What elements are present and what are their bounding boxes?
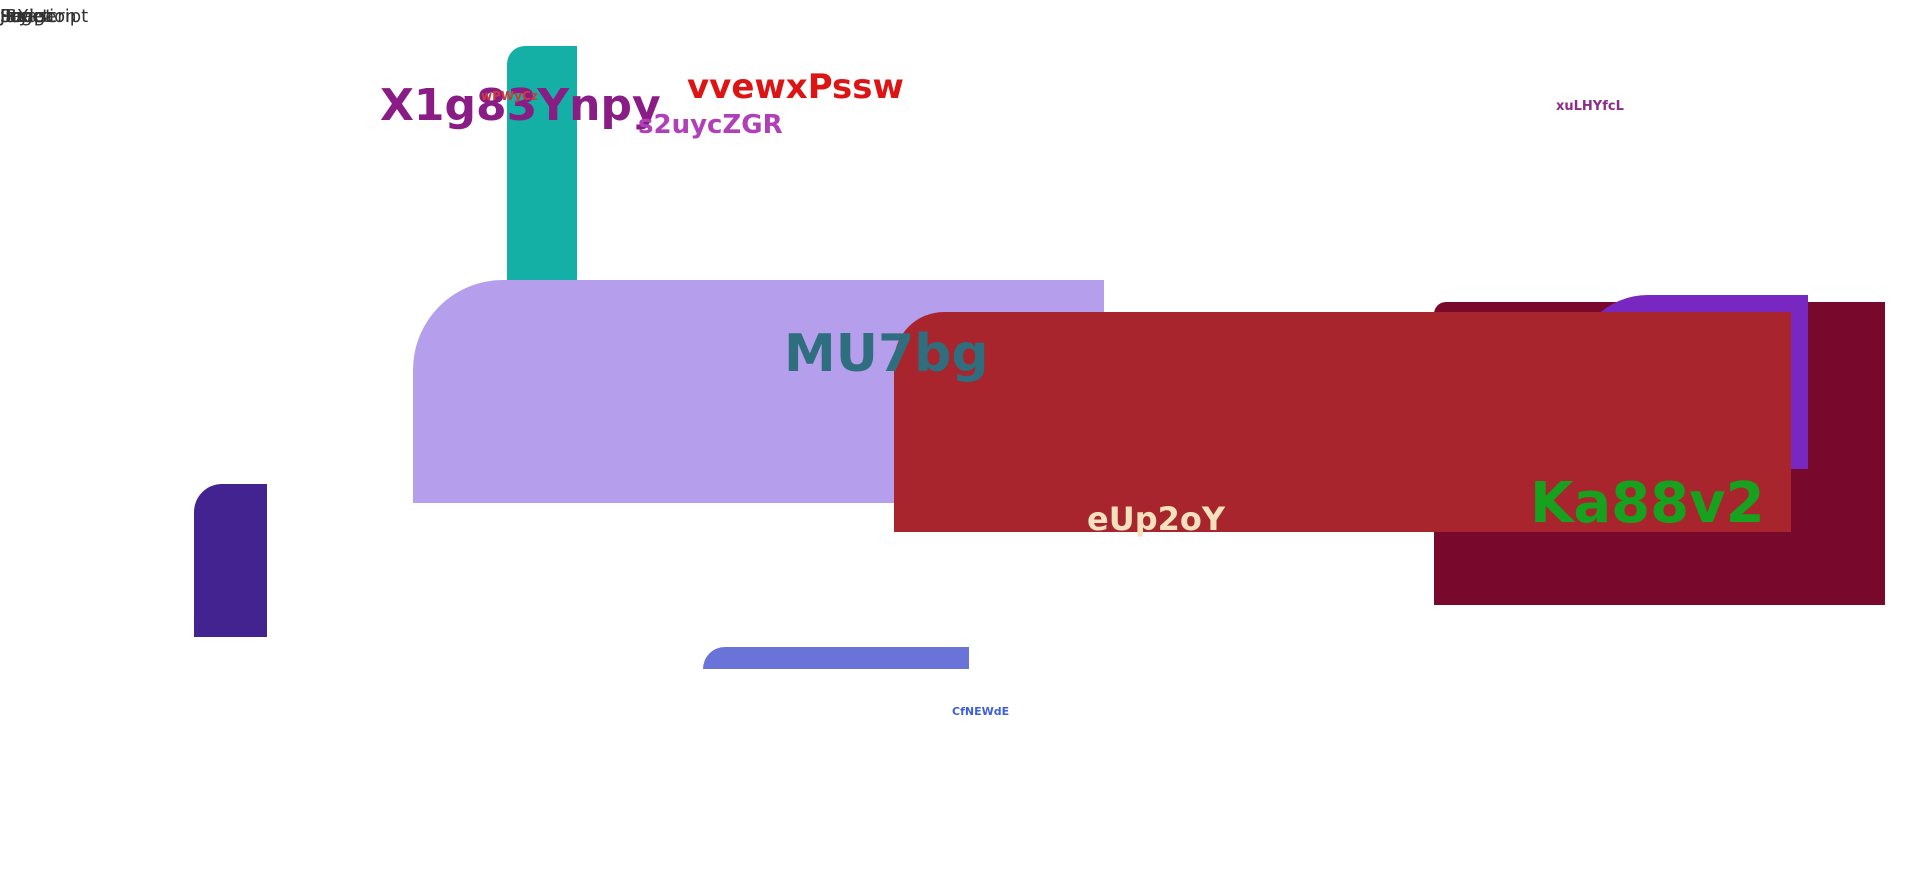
label-eup2oy: eUp2oY [1087, 500, 1226, 538]
label-ka88v2: Ka88v2 [1530, 471, 1765, 536]
label-small-red: wPWyCz [481, 89, 538, 103]
label-mu7bg: MU7bg [784, 324, 989, 384]
indigo-bar [194, 484, 267, 637]
label-xulhyfcl: xuLHYfcL [1556, 99, 1624, 114]
label-s2uyczgr: s2uycZGR [638, 110, 783, 140]
corner-text-6: JSX [0, 6, 30, 27]
corner-text-stack: Javascript Function Image Page Script St… [0, 8, 90, 32]
label-cfnewde: CfNEWdE [952, 705, 1010, 718]
label-vvewxpssw: vvewxPssw [687, 67, 904, 107]
periwinkle-strip [703, 647, 969, 669]
